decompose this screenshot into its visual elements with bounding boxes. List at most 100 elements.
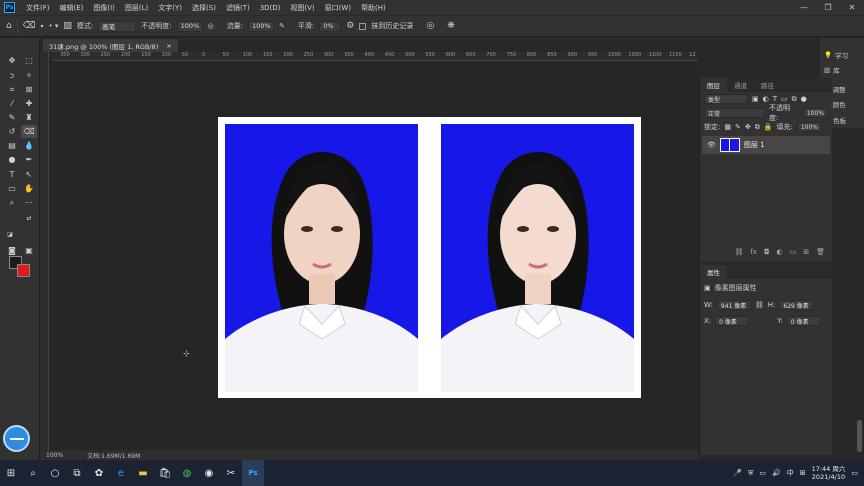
app-pinwheel-icon[interactable]: ✿ — [88, 460, 110, 486]
quick-mask-icon[interactable]: ◙ — [4, 244, 20, 257]
menu-select[interactable]: 选择(S) — [187, 3, 221, 13]
network-icon[interactable]: ▭ — [759, 469, 766, 477]
libraries-panel-button[interactable]: ▥ 库 — [824, 65, 840, 75]
link-layers-icon[interactable]: ⛓ — [734, 248, 743, 260]
clock[interactable]: 17:44 周六 2021/4/10 — [812, 465, 846, 481]
erase-history-checkbox[interactable] — [359, 22, 367, 30]
browser-green-icon[interactable]: ◍ — [176, 460, 198, 486]
photoshop-taskbar-icon[interactable]: Ps — [242, 460, 264, 486]
brush-tool-icon[interactable]: ✎ — [4, 111, 20, 124]
gear-icon[interactable]: ⚙ — [346, 21, 354, 31]
swap-colors-icon[interactable]: ⇄ — [21, 212, 37, 225]
hand-tool-icon[interactable]: ✋ — [21, 182, 37, 195]
layer-opacity-field[interactable]: 100% — [802, 108, 828, 118]
lock-artboard-icon[interactable]: ⧉ — [755, 123, 760, 132]
pen-tool-icon[interactable]: ✒ — [21, 153, 37, 166]
dodge-tool-icon[interactable]: ● — [4, 153, 20, 166]
input-mode-icon[interactable]: ⊞ — [800, 469, 806, 477]
ime-indicator[interactable]: 中 — [787, 468, 794, 478]
lock-pixels-icon[interactable]: ✎ — [735, 123, 741, 131]
task-view-icon[interactable]: ⧉ — [66, 460, 88, 486]
windows-start-icon[interactable]: ⊞ — [0, 460, 22, 486]
eye-icon[interactable]: 👁 — [707, 141, 716, 149]
brush-size-icon[interactable]: • ▾ — [48, 22, 58, 30]
group-icon[interactable]: ▭ — [790, 248, 797, 260]
pressure-size-icon[interactable]: ◎ — [426, 21, 434, 31]
type-tool-icon[interactable]: T — [4, 168, 20, 181]
volume-icon[interactable]: 🔊 — [772, 469, 781, 477]
mode-select[interactable]: 画笔 — [98, 20, 137, 32]
screen-recorder-button[interactable] — [3, 425, 30, 452]
magic-wand-icon[interactable]: ✧ — [21, 69, 37, 82]
menu-layer[interactable]: 图层(L) — [120, 3, 153, 13]
width-field[interactable]: 941 像素 — [716, 300, 751, 310]
healing-brush-icon[interactable]: ✚ — [21, 97, 37, 110]
filter-adjust-icon[interactable]: ◐ — [763, 95, 769, 103]
home-icon[interactable]: ⌂ — [6, 21, 12, 31]
layer-item[interactable]: 👁 图层 1 — [702, 136, 830, 154]
blend-mode-select[interactable]: 正常 — [704, 108, 766, 118]
menu-type[interactable]: 文字(Y) — [153, 3, 187, 13]
shield-icon[interactable]: ⛨ — [748, 469, 753, 478]
menu-edit[interactable]: 编辑(E) — [55, 3, 89, 13]
mic-icon[interactable]: 🎤 — [733, 469, 742, 477]
smooth-field[interactable]: 0% — [319, 20, 342, 32]
filter-toggle-icon[interactable]: ● — [801, 95, 807, 103]
blur-tool-icon[interactable]: 💧 — [21, 139, 37, 152]
notification-icon[interactable]: ▭ — [851, 469, 858, 477]
link-proportions-icon[interactable]: ⛓ — [755, 301, 764, 309]
history-brush-icon[interactable]: ↺ — [4, 125, 20, 138]
crop-tool-icon[interactable]: ⌗ — [4, 83, 20, 96]
lasso-tool-icon[interactable]: ↄ — [4, 69, 20, 82]
close-icon[interactable]: ✕ — [840, 0, 864, 15]
zoom-tool-icon[interactable]: ⌕ — [4, 196, 20, 209]
lock-position-icon[interactable]: ✥ — [745, 123, 751, 131]
lock-all-icon[interactable]: 🔒 — [764, 123, 773, 131]
filter-shape-icon[interactable]: ▭ — [781, 95, 788, 103]
shape-tool-icon[interactable]: ▭ — [4, 182, 20, 195]
eyedropper-icon[interactable]: ⁄ — [4, 97, 20, 110]
store-icon[interactable]: 🛍 — [154, 460, 176, 486]
eraser-tool-icon[interactable]: ⌫ — [21, 125, 37, 138]
default-colors-icon[interactable]: ◪ — [2, 228, 18, 241]
new-layer-icon[interactable]: ⊞ — [803, 248, 809, 260]
menu-view[interactable]: 视图(V) — [285, 3, 319, 13]
height-field[interactable]: 629 像素 — [779, 300, 814, 310]
menu-file[interactable]: 文件(F) — [21, 3, 55, 13]
vertical-scrollbar[interactable] — [857, 420, 862, 452]
menu-window[interactable]: 窗口(W) — [320, 3, 356, 13]
menu-filter[interactable]: 滤镜(T) — [221, 3, 255, 13]
document-canvas[interactable] — [218, 117, 641, 398]
more-tools-icon[interactable]: ⋯ — [21, 196, 37, 209]
path-selection-icon[interactable]: ↖ — [21, 168, 37, 181]
cortana-icon[interactable]: ○ — [44, 460, 66, 486]
search-icon[interactable]: ⌕ — [22, 460, 44, 486]
trash-icon[interactable]: 🗑 — [816, 248, 825, 260]
opacity-field[interactable]: 100% — [176, 20, 203, 32]
minimize-icon[interactable]: — — [792, 0, 816, 15]
flow-field[interactable]: 100% — [248, 20, 275, 32]
y-field[interactable]: 0 像素 — [786, 316, 821, 326]
adjustment-layer-icon[interactable]: ◐ — [777, 248, 783, 260]
tab-layers[interactable]: 图层 — [700, 78, 727, 92]
tab-channels[interactable]: 通道 — [727, 78, 754, 92]
restore-icon[interactable]: ❐ — [816, 0, 840, 15]
gradient-tool-icon[interactable]: ▤ — [4, 139, 20, 152]
learn-panel-button[interactable]: 💡 学习 — [824, 50, 848, 60]
menu-3d[interactable]: 3D(D) — [255, 4, 286, 12]
fill-field[interactable]: 100% — [796, 122, 822, 132]
layer-filter-select[interactable]: 类型 — [704, 94, 748, 104]
menu-image[interactable]: 图像(I) — [88, 3, 120, 13]
clone-stamp-icon[interactable]: ♜ — [21, 111, 37, 124]
screen-mode-icon[interactable]: ▣ — [21, 244, 37, 257]
filter-pixel-icon[interactable]: ▣ — [752, 95, 759, 103]
fx-icon[interactable]: fx — [750, 248, 757, 260]
brush-settings-icon[interactable]: ▨ — [63, 21, 72, 31]
document-tab[interactable]: 31课.png @ 100% (图层 1, RGB/8) × — [43, 39, 178, 52]
file-explorer-icon[interactable]: ▬ — [132, 460, 154, 486]
edge-browser-icon[interactable]: e — [110, 460, 132, 486]
background-color-swatch[interactable] — [17, 264, 30, 277]
menu-help[interactable]: 帮助(H) — [356, 3, 391, 13]
move-tool-icon[interactable]: ✥ — [4, 54, 20, 67]
frame-tool-icon[interactable]: ⊠ — [21, 83, 37, 96]
